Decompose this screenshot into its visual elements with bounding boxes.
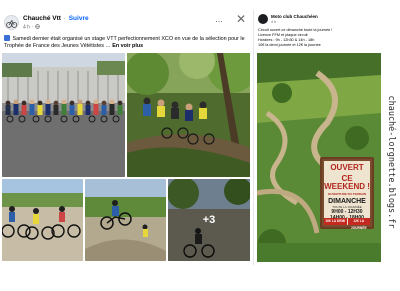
facebook-post: Chauché Vtt · Suivre 4 h · ··· ✕ Samedi …	[0, 10, 252, 262]
author-line: Chauché Vtt · Suivre	[23, 15, 89, 22]
close-icon[interactable]: ✕	[236, 12, 246, 26]
flag-icon	[4, 35, 10, 41]
post-text: Samedi dernier était organisé un stage V…	[4, 35, 250, 50]
page-avatar[interactable]	[4, 15, 19, 30]
watermark-text: chauché-lorgnette.blogs.fr	[386, 95, 396, 229]
sign-price-full: 12€ LA JOURNÉE	[347, 218, 370, 230]
moto-club-name[interactable]: Moto club Chauchéen	[271, 14, 318, 19]
photo-rider-jump[interactable]	[85, 179, 166, 261]
separator-dot: ·	[31, 24, 35, 31]
moto-club-avatar[interactable]	[258, 14, 268, 24]
globe-icon	[35, 24, 41, 29]
moto-club-text-line: 10€ la demi journée et 12€ la journée	[258, 43, 321, 47]
photo-group-stand[interactable]	[2, 53, 125, 177]
post-meta: 4 h ·	[23, 24, 41, 31]
photo-riders-gravel[interactable]	[2, 179, 83, 261]
photo-forest-break[interactable]	[127, 53, 250, 177]
sign-price-half: 10€ LA DEMI	[324, 218, 347, 225]
see-more-link[interactable]: En voir plus	[112, 43, 143, 49]
post-header: Chauché Vtt · Suivre 4 h · ··· ✕	[4, 12, 252, 36]
more-options-icon[interactable]: ···	[215, 16, 223, 26]
open-weekend-sign: OUVERT CE WEEKEND ! OUVERTURE DU TERRAIN…	[320, 157, 374, 230]
moto-club-time: 4 h ·	[271, 20, 279, 24]
blog-watermark: chauché-lorgnette.blogs.fr	[384, 34, 398, 290]
sign-title: OUVERT	[330, 163, 364, 172]
author-name[interactable]: Chauché Vtt	[23, 15, 61, 22]
post-time[interactable]: 4 h	[23, 25, 30, 31]
sign-subtitle: OUVERTURE DU TERRAIN	[327, 192, 367, 196]
sign-prices: 10€ LA DEMI 12€ LA JOURNÉE	[324, 218, 370, 230]
sign-title-2: CE WEEKEND !	[324, 174, 370, 191]
more-photos-overlay[interactable]: +3	[168, 179, 250, 261]
separator-dot: ·	[63, 15, 66, 22]
moto-club-post: Moto club Chauchéen 4 h · Circuit ouvert…	[253, 10, 383, 265]
moto-club-text: Circuit ouvert ce dimanche toute la jour…	[258, 28, 382, 48]
follow-button[interactable]: Suivre	[69, 15, 89, 22]
sign-day: DIMANCHE	[328, 198, 366, 205]
